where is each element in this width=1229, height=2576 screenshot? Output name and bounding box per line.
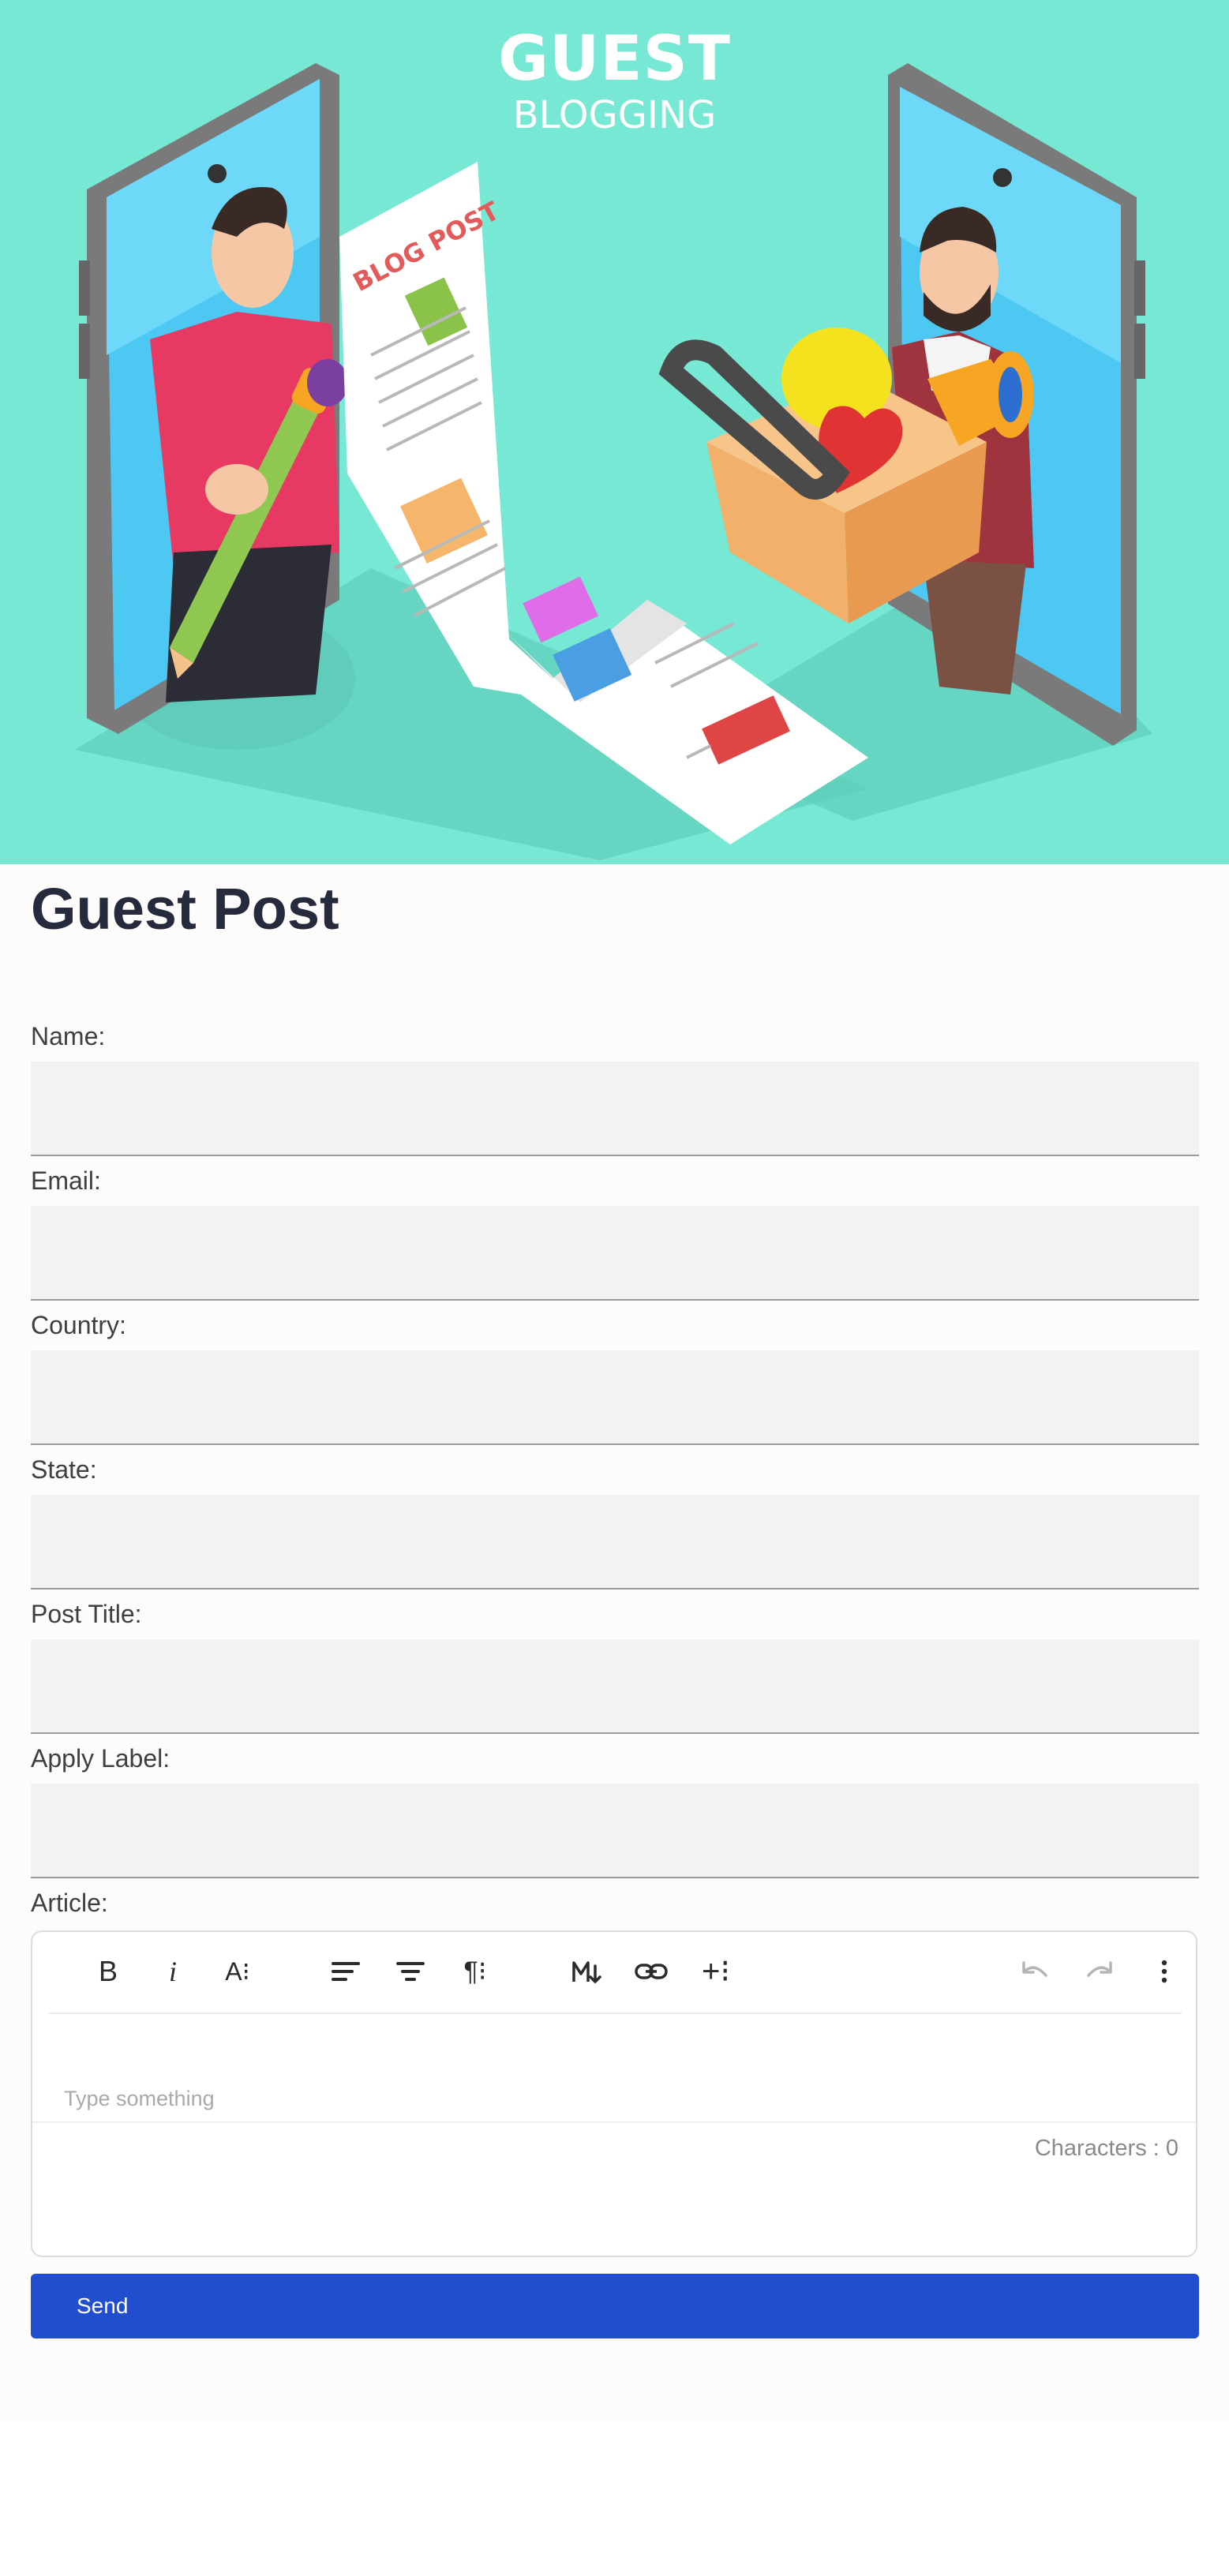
email-field[interactable] (31, 1206, 1199, 1301)
state-field[interactable] (31, 1495, 1199, 1589)
insert-icon[interactable]: +⁝ (691, 1946, 741, 1997)
character-count: Characters : 0 (1034, 2136, 1178, 2161)
align-center-icon[interactable] (385, 1946, 436, 1997)
redo-icon[interactable] (1074, 1946, 1125, 1997)
article-editor: B i A⁝ ¶⁝ +⁝ Type something Characters:… (31, 1930, 1197, 2257)
hero-subtitle: BLOGGING (512, 93, 717, 137)
post-title-label: Post Title: (31, 1600, 142, 1628)
article-label: Article: (31, 1889, 108, 1917)
editor-toolbar: B i A⁝ ¶⁝ +⁝ (48, 1932, 1182, 2014)
font-size-icon[interactable]: A⁝ (212, 1946, 263, 1997)
markdown-icon[interactable] (561, 1946, 612, 1997)
more-icon[interactable] (1139, 1946, 1190, 1997)
apply-label-label: Apply Label: (31, 1744, 170, 1773)
country-label: Country: (31, 1311, 126, 1339)
hero-banner: BLOG POST GUEST BLOGGING (0, 0, 1229, 864)
apply-label-field[interactable] (31, 1784, 1199, 1878)
page-title: Guest Post (31, 876, 339, 942)
send-button[interactable]: Send (31, 2274, 1199, 2338)
editor-divider (32, 2121, 1196, 2123)
page: BLOG POST GUEST BLOGGING Guest Post Name… (0, 0, 1229, 2576)
guest-post-form: Guest Post Name: Email: Country: State: … (0, 864, 1229, 2423)
email-label: Email: (31, 1166, 101, 1195)
post-title-field[interactable] (31, 1639, 1199, 1734)
hero-title: GUEST (497, 24, 732, 95)
editor-placeholder: Type something (64, 2087, 215, 2110)
align-left-icon[interactable] (320, 1946, 371, 1997)
bold-icon[interactable]: B (83, 1946, 133, 1997)
undo-icon[interactable] (1010, 1946, 1060, 1997)
country-field[interactable] (31, 1350, 1199, 1445)
paragraph-icon[interactable]: ¶⁝ (450, 1946, 500, 1997)
name-label: Name: (31, 1022, 106, 1050)
state-label: State: (31, 1455, 97, 1484)
italic-icon[interactable]: i (148, 1946, 198, 1997)
name-field[interactable] (31, 1061, 1199, 1156)
link-icon[interactable] (626, 1946, 676, 1997)
